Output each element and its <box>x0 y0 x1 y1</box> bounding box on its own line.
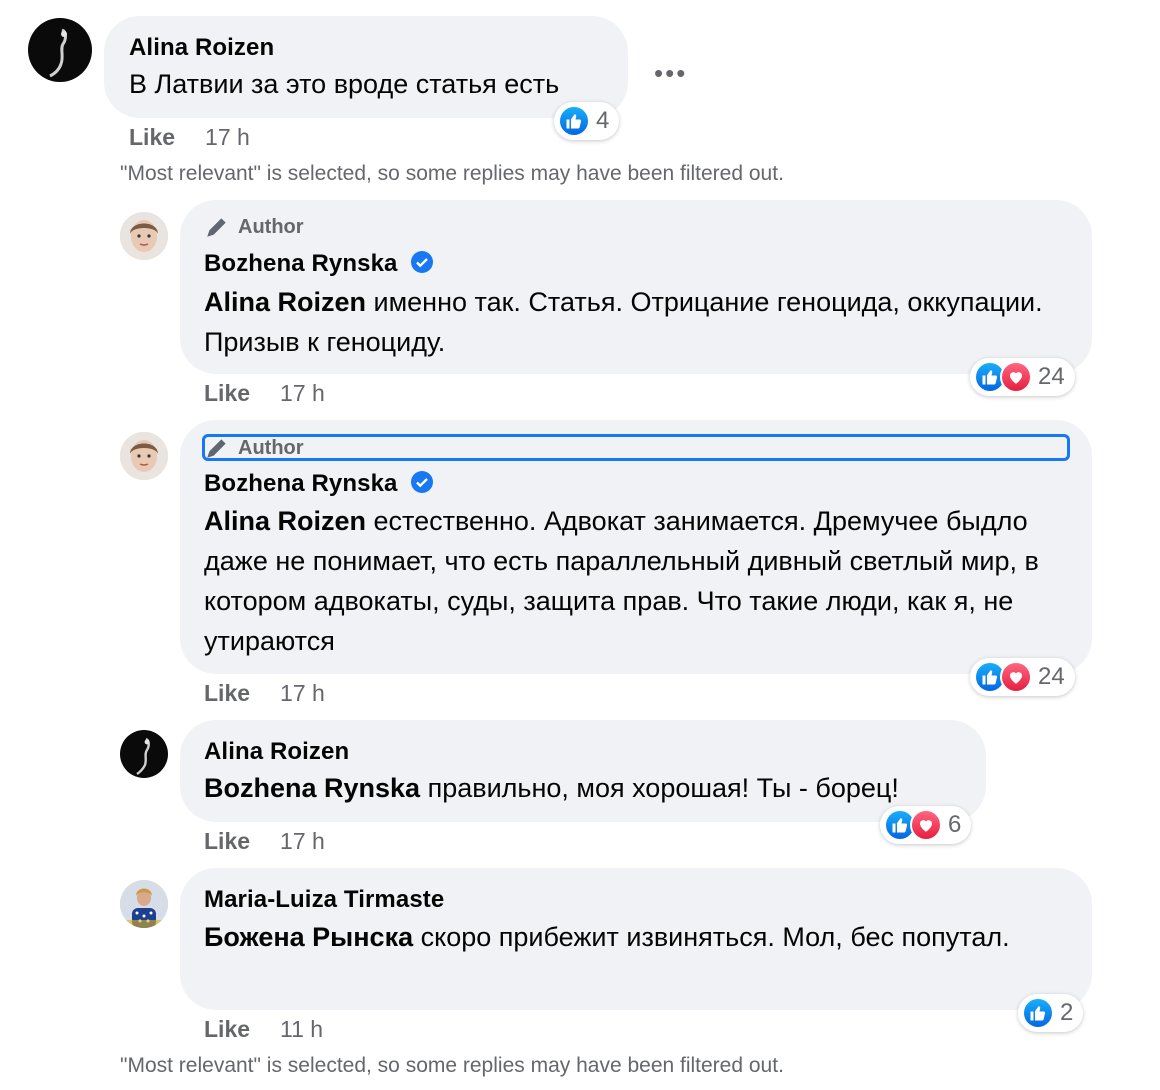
reaction-count: 2 <box>1060 999 1074 1026</box>
reaction-count: 24 <box>1038 363 1065 390</box>
like-button[interactable]: Like <box>129 124 175 150</box>
like-button[interactable]: Like <box>204 828 250 854</box>
avatar[interactable] <box>120 212 168 260</box>
comment-author[interactable]: Alina Roizen <box>204 738 349 766</box>
timestamp[interactable]: 17 h <box>280 828 325 854</box>
love-reaction-icon <box>910 809 942 841</box>
comment-actions: Like 17 h <box>204 380 325 407</box>
timestamp[interactable]: 17 h <box>280 680 325 706</box>
comment-text: Божена Рынска скоро прибежит извиняться.… <box>204 917 1044 957</box>
avatar[interactable] <box>120 432 168 480</box>
pen-icon <box>207 218 226 237</box>
comment-actions: Like 17 h <box>129 124 250 151</box>
author-badge: Author <box>204 435 304 461</box>
mention-link[interactable]: Alina Roizen <box>204 287 366 317</box>
reaction-summary[interactable]: 4 <box>554 102 620 140</box>
verified-badge-icon <box>411 251 434 273</box>
comment-author[interactable]: Maria-Luiza Tirmaste <box>204 886 444 914</box>
comment-text: В Латвии за это вроде статья есть <box>129 69 560 99</box>
like-button[interactable]: Like <box>204 680 250 706</box>
like-button[interactable]: Like <box>204 380 250 406</box>
mention-link[interactable]: Alina Roizen <box>204 506 366 536</box>
pen-icon <box>207 439 226 458</box>
reaction-count: 4 <box>596 107 610 134</box>
like-reaction-icon <box>558 105 590 137</box>
filter-notice: "Most relevant" is selected, so some rep… <box>120 1054 784 1077</box>
timestamp[interactable]: 17 h <box>280 380 325 406</box>
avatar[interactable] <box>28 18 92 82</box>
love-reaction-icon <box>1000 661 1032 693</box>
comment-text: Bozhena Rynska правильно, моя хорошая! Т… <box>204 768 899 808</box>
mention-link[interactable]: Bozhena Rynska <box>204 773 420 803</box>
comment-actions: Like 17 h <box>204 680 325 707</box>
author-badge-label: Author <box>238 215 304 238</box>
comment-body: правильно, моя хорошая! Ты - борец! <box>420 773 899 803</box>
mention-link[interactable]: Божена Рынска <box>204 922 413 952</box>
comment-author[interactable]: Bozhena Rynska <box>204 250 434 278</box>
focused-author-badge[interactable] <box>202 434 1070 461</box>
comment-text: Alina Roizen именно так. Статья. Отрицан… <box>204 282 1064 362</box>
reaction-count: 24 <box>1038 663 1065 690</box>
reaction-summary[interactable]: 24 <box>970 658 1075 696</box>
avatar[interactable] <box>120 880 168 928</box>
reaction-summary[interactable]: 6 <box>880 806 972 844</box>
love-reaction-icon <box>1000 361 1032 393</box>
timestamp[interactable]: 11 h <box>280 1016 323 1042</box>
reaction-count: 6 <box>948 811 962 838</box>
comment-actions: Like 11 h <box>204 1016 323 1043</box>
reaction-summary[interactable]: 2 <box>1018 994 1084 1032</box>
comment-text: Alina Roizen естественно. Адвокат занима… <box>204 501 1044 661</box>
like-button[interactable]: Like <box>204 1016 250 1042</box>
avatar[interactable] <box>120 730 168 778</box>
comment-body: скоро прибежит извиняться. Мол, бес попу… <box>413 922 1010 952</box>
filter-notice: "Most relevant" is selected, so some rep… <box>120 162 784 185</box>
comment-actions: Like 17 h <box>204 828 325 855</box>
author-badge: Author <box>204 214 304 240</box>
more-options-icon[interactable]: ••• <box>654 58 687 89</box>
verified-badge-icon <box>411 471 434 493</box>
comment-author[interactable]: Bozhena Rynska <box>204 470 434 498</box>
comment-author-name[interactable]: Bozhena Rynska <box>204 250 397 277</box>
timestamp[interactable]: 17 h <box>205 124 250 150</box>
like-reaction-icon <box>1022 997 1054 1029</box>
author-badge-label: Author <box>238 436 304 459</box>
comment-author-name[interactable]: Bozhena Rynska <box>204 470 397 497</box>
reaction-summary[interactable]: 24 <box>970 358 1075 396</box>
comment-author[interactable]: Alina Roizen <box>129 34 274 62</box>
